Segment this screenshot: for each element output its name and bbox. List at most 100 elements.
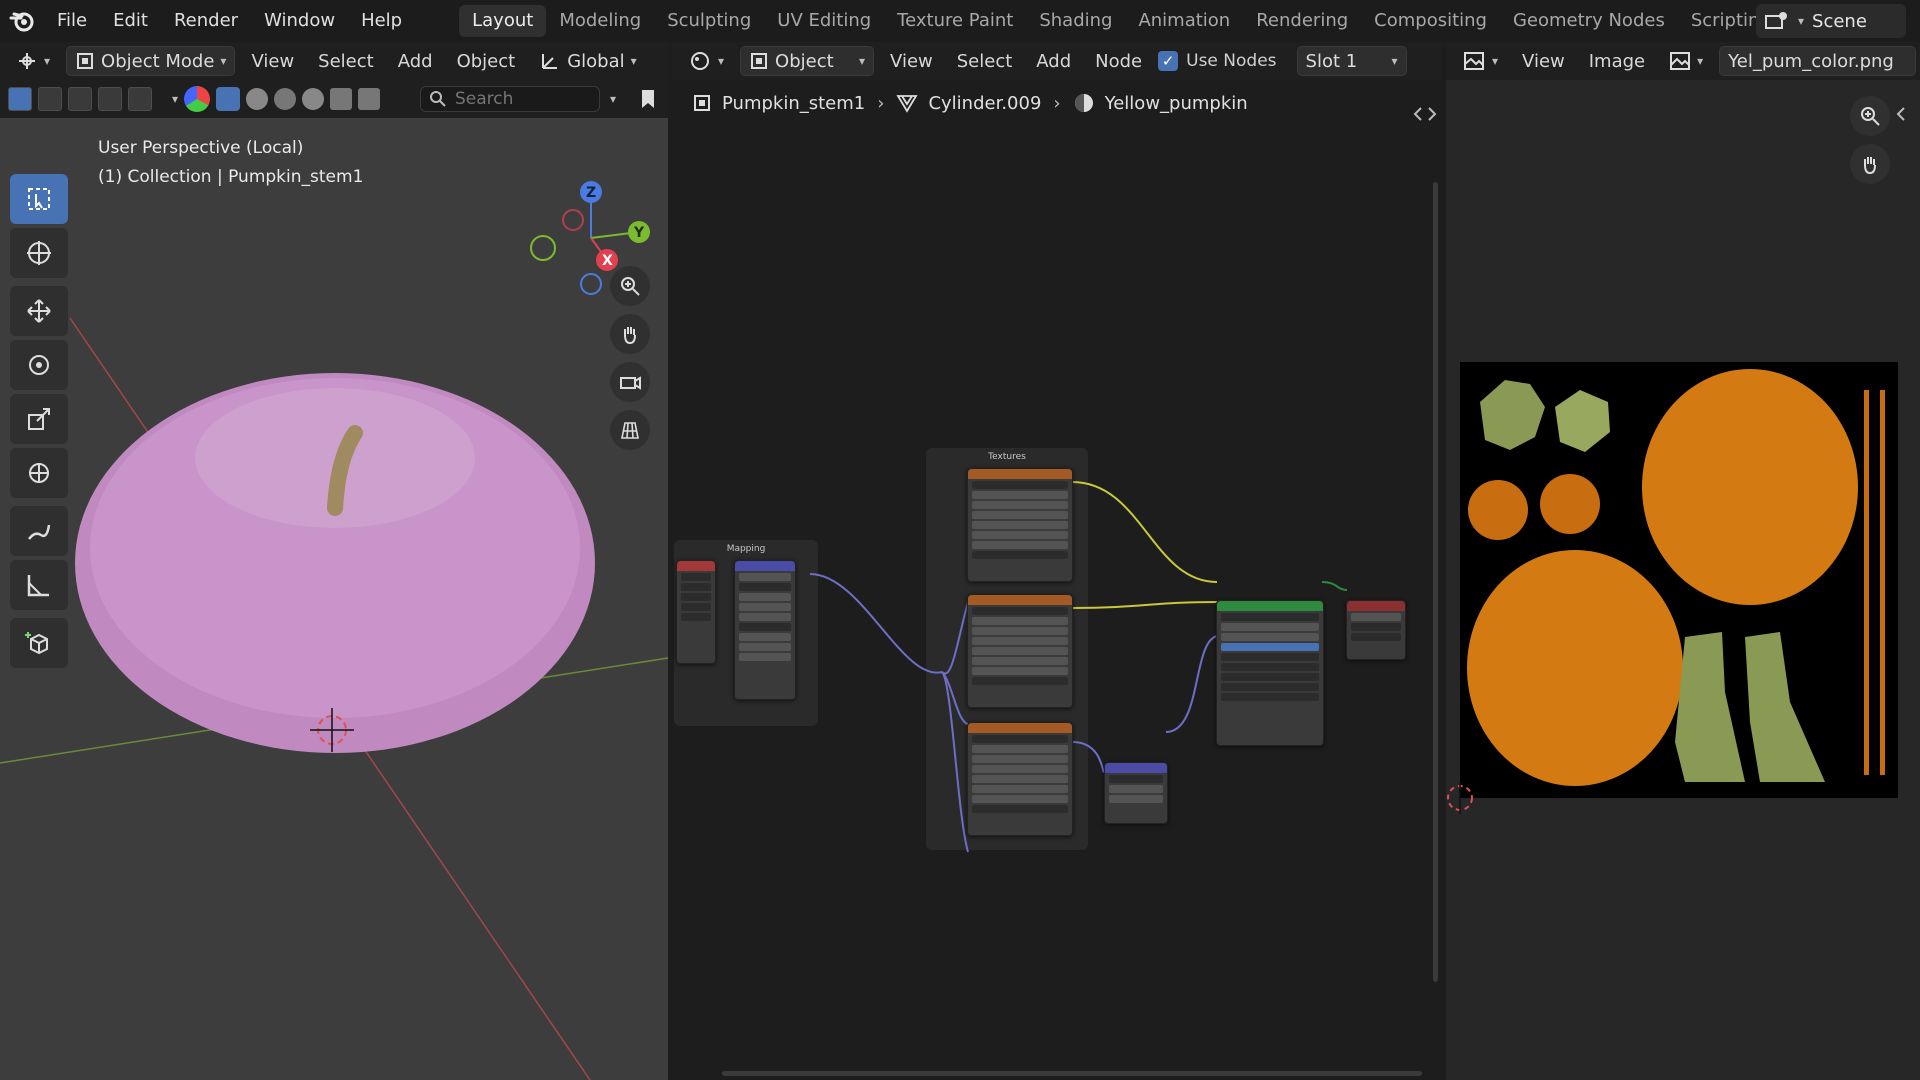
2d-cursor-icon[interactable] (1446, 780, 1482, 816)
chevron-down-icon[interactable]: ▾ (172, 92, 178, 106)
tab-shading[interactable]: Shading (1026, 5, 1125, 37)
add-cube-tool-icon[interactable] (10, 618, 68, 668)
image-menu-view[interactable]: View (1514, 51, 1573, 72)
principled-bsdf-node[interactable] (1216, 600, 1324, 746)
roughness-texture-node[interactable] (967, 594, 1073, 708)
viewport-menu-object[interactable]: Object (449, 51, 524, 72)
gizmo-neg-z-icon[interactable] (580, 273, 602, 295)
transform-orientation-dropdown[interactable]: Global ▾ (531, 46, 644, 76)
menu-window[interactable]: Window (251, 0, 348, 42)
pan-hand-icon[interactable] (610, 314, 650, 354)
bookmark-icon[interactable] (640, 88, 656, 110)
select-intersect-icon[interactable] (128, 87, 152, 111)
tab-modeling[interactable]: Modeling (546, 5, 654, 37)
camera-filter-icon[interactable] (330, 88, 353, 110)
chevron-down-icon: ▾ (220, 54, 227, 68)
gizmo-neg-y-icon[interactable] (530, 235, 556, 261)
measure-tool-icon[interactable] (10, 560, 68, 610)
mode-label: Object Mode (101, 50, 215, 72)
sphere-filter-icon[interactable] (246, 88, 269, 110)
search-field[interactable] (420, 86, 600, 112)
tab-geometry-nodes[interactable]: Geometry Nodes (1500, 5, 1678, 37)
base-color-texture-node[interactable] (967, 468, 1073, 582)
collapse-arrows-icon[interactable] (1412, 106, 1438, 122)
search-input[interactable] (455, 89, 585, 109)
tab-animation[interactable]: Animation (1125, 5, 1243, 37)
gizmo-neg-x-icon[interactable] (562, 209, 584, 231)
image-editor[interactable]: ▾ View Image ▾ Yel_pum_color.png (1446, 42, 1920, 1080)
tab-texture-paint[interactable]: Texture Paint (884, 5, 1026, 37)
viewport-menu-select[interactable]: Select (310, 51, 382, 72)
object-types-icon[interactable] (184, 86, 211, 112)
image-name-field[interactable]: Yel_pum_color.png (1719, 46, 1916, 76)
chevron-down-icon: ▾ (630, 54, 637, 68)
transform-tool-icon[interactable] (10, 448, 68, 498)
editor-type-button[interactable]: ▾ (1454, 46, 1506, 76)
menu-file[interactable]: File (44, 0, 100, 42)
texture-coordinate-node[interactable] (676, 560, 716, 664)
editor-type-button[interactable]: ▾ (8, 46, 58, 76)
select-invert-icon[interactable] (98, 87, 122, 111)
scene-icon (1765, 12, 1787, 29)
viewport-header: ▾ Object Mode ▾ View Select Add Object G… (0, 42, 668, 80)
tab-compositing[interactable]: Compositing (1361, 5, 1500, 37)
select-tool-icon[interactable] (10, 174, 68, 224)
annotate-tool-icon[interactable] (10, 506, 68, 556)
ortho-grid-icon[interactable] (610, 410, 650, 450)
3d-viewport[interactable]: ▾ Object Mode ▾ View Select Add Object G… (0, 42, 668, 1080)
chevron-down-icon[interactable]: ▾ (610, 92, 616, 106)
gizmo-x-label: X (602, 253, 613, 269)
viewport-menu-add[interactable]: Add (390, 51, 441, 72)
mode-dropdown[interactable]: Object Mode ▾ (66, 46, 236, 76)
zoom-icon[interactable] (610, 266, 650, 306)
vertical-scrollbar[interactable] (1433, 182, 1438, 982)
select-box-mode-icon[interactable] (8, 87, 32, 111)
uv-strip-2 (1880, 390, 1885, 775)
blender-logo-icon[interactable] (0, 0, 44, 42)
menu-render[interactable]: Render (161, 0, 251, 42)
menu-help[interactable]: Help (348, 0, 415, 42)
select-extend-icon[interactable] (38, 87, 62, 111)
sidebar-toggle-icon[interactable] (1894, 106, 1908, 122)
object-mode-icon (77, 53, 94, 69)
normal-map-node[interactable] (1104, 762, 1168, 824)
scene-selector[interactable]: ▾ Scene (1756, 4, 1906, 38)
image-menu-image[interactable]: Image (1581, 51, 1653, 72)
orientation-label: Global (567, 50, 625, 72)
rotate-tool-icon[interactable] (10, 340, 68, 390)
world-filter-icon[interactable] (302, 88, 325, 110)
menu-edit[interactable]: Edit (100, 0, 161, 42)
tab-layout[interactable]: Layout (459, 5, 547, 37)
tab-rendering[interactable]: Rendering (1243, 5, 1361, 37)
scene-name: Scene (1812, 10, 1867, 32)
viewport-info: User Perspective (Local) (1) Collection … (98, 134, 363, 192)
image-name-label: Yel_pum_color.png (1728, 50, 1894, 72)
light-filter-icon[interactable] (274, 88, 297, 110)
scale-tool-icon[interactable] (10, 394, 68, 444)
perspective-label: User Perspective (Local) (98, 138, 304, 158)
image-editor-icon (1464, 52, 1484, 70)
cursor-tool-icon[interactable] (10, 228, 68, 278)
orientation-axes-icon (542, 54, 558, 69)
camera-view-icon[interactable] (610, 362, 650, 402)
other-filter-icon[interactable] (358, 88, 381, 110)
tab-uv-editing[interactable]: UV Editing (764, 5, 884, 37)
horizontal-scrollbar[interactable] (722, 1071, 1422, 1076)
tab-sculpting[interactable]: Sculpting (654, 5, 764, 37)
mapping-node[interactable] (734, 560, 796, 700)
pan-hand-icon[interactable] (1850, 144, 1890, 184)
move-tool-icon[interactable] (10, 286, 68, 336)
viewport-menu-view[interactable]: View (243, 51, 302, 72)
workspace-tabs: Layout Modeling Sculpting UV Editing Tex… (459, 0, 1812, 42)
chevron-down-icon: ▾ (44, 54, 51, 68)
object-filter-icon[interactable] (216, 87, 241, 111)
texture-image[interactable] (1460, 362, 1898, 798)
shader-node-editor[interactable]: ▾ Object ▾ View Select Add Node ✓ Use No… (672, 42, 1442, 1080)
image-browse-button[interactable]: ▾ (1661, 46, 1711, 76)
material-output-node[interactable] (1346, 600, 1406, 660)
collection-label: (1) Collection | Pumpkin_stem1 (98, 167, 364, 187)
select-subtract-icon[interactable] (68, 87, 92, 111)
normal-texture-node[interactable] (967, 722, 1073, 836)
zoom-icon[interactable] (1850, 96, 1890, 136)
image-editor-header: ▾ View Image ▾ Yel_pum_color.png (1446, 42, 1920, 80)
